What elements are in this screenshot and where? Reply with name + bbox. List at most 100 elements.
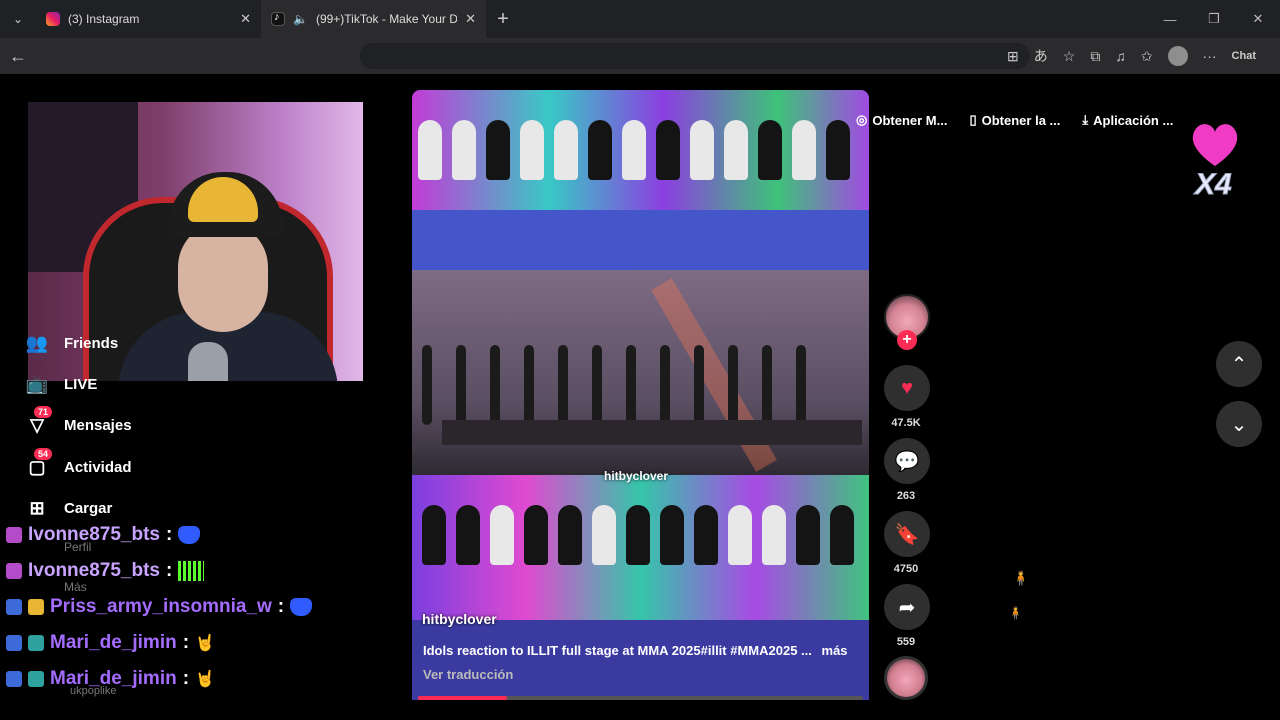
- follow-plus-icon[interactable]: +: [897, 330, 917, 350]
- chat-username: Mari_de_jimin: [50, 668, 177, 689]
- get-app-button[interactable]: ▯ Obtener la ...: [969, 112, 1060, 128]
- rank-badge-icon: [28, 635, 44, 651]
- get-app-label: Obtener la ...: [981, 112, 1061, 128]
- person: [660, 505, 684, 565]
- person: [830, 505, 854, 565]
- activity-icon: ▢ 54: [24, 448, 53, 480]
- chat-separator: :: [166, 560, 173, 581]
- person: [452, 120, 476, 180]
- dancer: [422, 345, 432, 425]
- toolbar-icons: ⊞ あ ☆ ⧉ ♫ ✩ ··· Chat: [1007, 38, 1256, 74]
- get-coins-button[interactable]: ◎ Obtener M...: [856, 112, 947, 128]
- person: [792, 120, 816, 180]
- person: [588, 120, 612, 180]
- video-watermark: hitbyclover: [604, 469, 669, 483]
- favorite-star-icon[interactable]: ☆: [1063, 48, 1076, 65]
- chat-message: Priss_army_insomnia_w :: [6, 596, 313, 618]
- rock-hand-emote-icon: 🤘: [195, 635, 215, 652]
- music-disc-avatar[interactable]: [884, 656, 928, 700]
- next-video-button[interactable]: ⌄: [1216, 401, 1262, 447]
- chat-message: Ivonne875_bts :: [6, 524, 201, 546]
- chat-message: Ivonne875_bts :: [6, 560, 205, 582]
- tab-tiktok[interactable]: 🔈 (99+)TikTok - Make Your Day ✕: [261, 0, 486, 38]
- desktop-app-button[interactable]: ⤓ Aplicación ...: [1082, 112, 1173, 128]
- subscriber-badge-icon: [6, 527, 22, 543]
- media-control-icon[interactable]: ♫: [1115, 48, 1126, 64]
- chevron-up-icon: ⌃: [1230, 353, 1248, 376]
- desktop-app-label: Aplicación ...: [1093, 112, 1174, 128]
- caption-more-link[interactable]: más: [822, 643, 848, 658]
- video-caption: Idols reaction to ILLIT full stage at MM…: [423, 643, 848, 658]
- dancer: [490, 345, 500, 425]
- sidebar-item-more-ghost[interactable]: Más: [64, 580, 87, 594]
- share-arrow-icon: ➦: [898, 596, 916, 619]
- person: [524, 505, 548, 565]
- sidebar-item-label: LIVE: [64, 375, 98, 393]
- save-button[interactable]: 🔖: [884, 511, 930, 557]
- chat-separator: :: [182, 668, 190, 689]
- video-player[interactable]: hitbyclover hitbyclover: [412, 90, 869, 700]
- rock-hand-emote-icon: 🤘: [195, 671, 215, 688]
- tab-title: (3) Instagram: [68, 12, 140, 26]
- chat-separator: :: [166, 524, 173, 545]
- tab-instagram[interactable]: (3) Instagram ✕: [36, 0, 261, 38]
- share-count: 559: [896, 636, 916, 648]
- sidebar-item-upload[interactable]: ⊞ Cargar: [24, 494, 112, 522]
- extensions-icon[interactable]: ⧉: [1090, 48, 1100, 65]
- person: [592, 505, 616, 565]
- moderator-badge-icon: [6, 599, 22, 615]
- tiktok-favicon-icon: [271, 11, 285, 26]
- app-grid-icon[interactable]: ⊞: [1007, 48, 1019, 65]
- minimize-icon[interactable]: —: [1148, 0, 1192, 38]
- video-watermark: hitbyclover: [422, 611, 497, 627]
- back-arrow-icon[interactable]: ←: [0, 46, 36, 67]
- like-count: 47.5K: [891, 417, 921, 429]
- comment-button[interactable]: 💬: [884, 438, 930, 484]
- share-button[interactable]: ➦: [884, 584, 930, 630]
- speaker-icon[interactable]: 🔈: [293, 12, 308, 26]
- person: [520, 120, 544, 180]
- address-bar[interactable]: [360, 43, 1030, 69]
- previous-video-button[interactable]: ⌃: [1216, 341, 1262, 387]
- sidebar-item-activity[interactable]: ▢ 54 Actividad: [24, 448, 132, 481]
- browser-tab-bar: ⌄ (3) Instagram ✕ 🔈 (99+)TikTok - Make Y…: [0, 0, 1280, 38]
- new-tab-plus-icon[interactable]: +: [486, 8, 520, 31]
- person: [486, 120, 510, 180]
- tab-close-icon[interactable]: ✕: [240, 11, 251, 27]
- sidebar-item-friends[interactable]: 👥 Friends: [24, 329, 118, 357]
- person: [694, 505, 718, 565]
- sidebar-item-label: Friends: [64, 334, 119, 352]
- messages-badge: 71: [34, 406, 53, 418]
- moderator-badge-icon: [6, 635, 22, 651]
- stage-sofa: [412, 620, 869, 700]
- sidebar-item-label: Mensajes: [64, 416, 132, 434]
- person: [762, 505, 786, 565]
- restore-icon[interactable]: ❐: [1192, 0, 1236, 38]
- person: [728, 505, 752, 565]
- stage-floor: [442, 420, 862, 445]
- person: [558, 505, 582, 565]
- tab-close-icon[interactable]: ✕: [465, 11, 476, 27]
- translate-icon[interactable]: あ: [1034, 46, 1048, 66]
- dancer: [592, 345, 602, 425]
- chat-username: Ivonne875_bts: [28, 524, 160, 545]
- phone-icon: ▯: [969, 112, 977, 127]
- tab-list-chevron-icon[interactable]: ⌄: [0, 0, 36, 38]
- video-panel-stage: [412, 270, 869, 475]
- more-menu-icon[interactable]: ···: [1203, 48, 1217, 64]
- sidebar-item-messages[interactable]: ▽ 71 Mensajes: [24, 406, 132, 439]
- video-progress-bar[interactable]: [418, 696, 863, 700]
- upload-icon: ⊞: [29, 497, 45, 518]
- chat-button[interactable]: Chat: [1232, 50, 1256, 62]
- sidebar-item-live[interactable]: 📺 LIVE: [24, 370, 98, 398]
- chat-separator: :: [182, 632, 190, 653]
- audience-row: [422, 505, 854, 565]
- live-icon: 📺: [25, 373, 49, 394]
- favorites-list-icon[interactable]: ✩: [1141, 48, 1153, 65]
- profile-avatar[interactable]: [1167, 46, 1188, 66]
- person: [418, 120, 442, 180]
- person: [796, 505, 820, 565]
- close-window-icon[interactable]: ✕: [1236, 0, 1280, 38]
- like-button[interactable]: ♥: [884, 365, 930, 411]
- see-translation-link[interactable]: Ver traducción: [423, 667, 513, 682]
